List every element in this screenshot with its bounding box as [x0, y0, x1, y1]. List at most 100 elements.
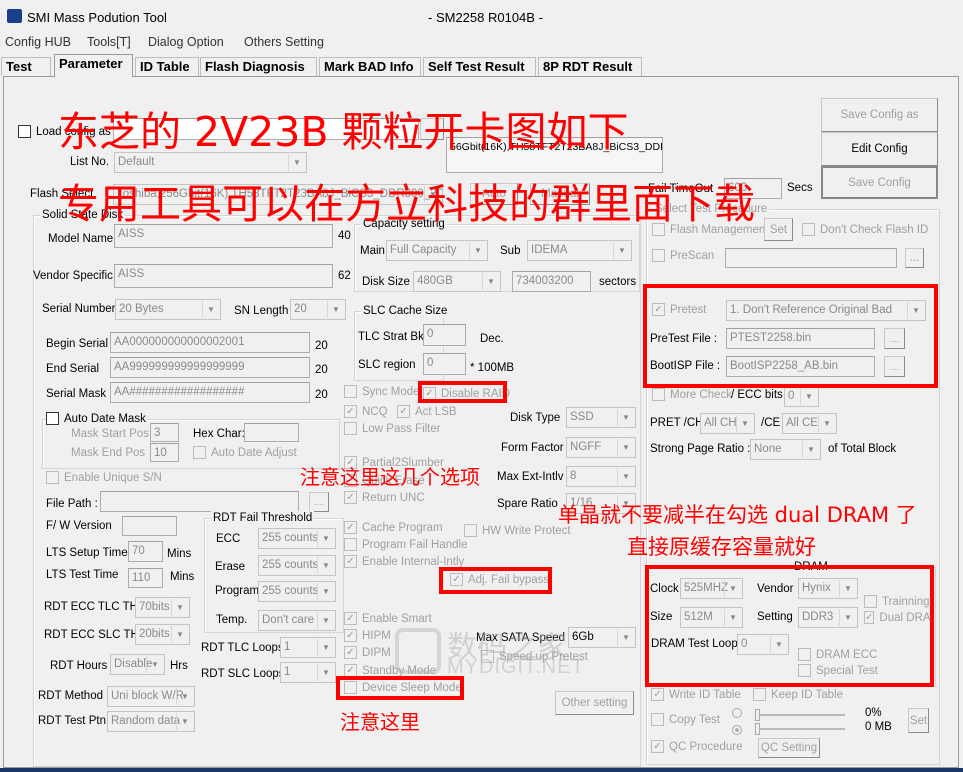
lts-setup-label: LTS Setup Time [46, 547, 128, 559]
lts-setup-input[interactable]: 70 [128, 541, 163, 562]
edit-config-button[interactable]: Edit Config [821, 132, 938, 166]
return-unc-checkbox[interactable]: ✓ Return UNC [344, 491, 425, 504]
form-factor-select[interactable]: NGFF ▼ [566, 437, 636, 458]
highlight-pretest [643, 284, 938, 388]
file-path-input[interactable] [100, 491, 299, 512]
rdt-slc-loops-select[interactable]: 1 ▼ [280, 662, 336, 683]
mask-start-input[interactable]: 3 [150, 423, 179, 442]
temp-select[interactable]: Don't care ▼ [258, 610, 336, 631]
menu-config-hub[interactable]: Config HUB [5, 35, 71, 49]
vendor-specific-input[interactable]: AISS [114, 264, 333, 288]
sn-length-select[interactable]: 20 ▼ [290, 299, 346, 320]
copy-test-radio-mb[interactable] [732, 725, 742, 735]
end-serial-input[interactable]: AA999999999999999999 [110, 357, 310, 378]
copy-test-checkbox[interactable]: Copy Test [651, 713, 720, 726]
program-select[interactable]: 255 counts ▼ [258, 581, 336, 602]
rdt-slc-loops-label: RDT SLC Loops [201, 668, 285, 680]
prescan-browse-button[interactable]: ... [905, 248, 924, 268]
more-check-checkbox[interactable]: More Check [652, 388, 732, 401]
hw-write-protect-checkbox[interactable]: HW Write Protect [464, 524, 571, 537]
keep-id-table-checkbox[interactable]: Keep ID Table [753, 688, 843, 701]
begin-serial-input[interactable]: AA000000000000002001 [110, 332, 310, 353]
cache-program-checkbox[interactable]: ✓ Cache Program [344, 521, 443, 534]
serial-number-select[interactable]: 20 Bytes ▼ [115, 299, 221, 320]
slc-region-input[interactable]: 0 [423, 353, 466, 375]
pret-ch-label: PRET /CH [650, 417, 704, 429]
disk-type-select[interactable]: SSD ▼ [566, 407, 636, 428]
prescan-input[interactable] [725, 248, 897, 268]
rdt-ecc-tlc-select[interactable]: 70bits ▼ [135, 597, 190, 618]
qc-procedure-checkbox[interactable]: ✓ QC Procedure [651, 740, 743, 753]
tab-mark-bad-info[interactable]: Mark BAD Info [319, 57, 421, 76]
sync-mode-checkbox[interactable]: Sync Mode [344, 385, 420, 398]
slider-thumb[interactable] [755, 709, 760, 721]
chevron-down-icon: ▼ [317, 664, 334, 681]
rdt-tlc-loops-select[interactable]: 1 ▼ [280, 637, 336, 658]
main-capacity-select[interactable]: Full Capacity ▼ [386, 240, 488, 261]
sectors-input[interactable]: 734003200 [512, 271, 591, 292]
flash-management-set-button[interactable]: Set [764, 218, 793, 241]
dipm-checkbox[interactable]: ✓ DIPM [344, 646, 391, 659]
pret-ch-select[interactable]: All CH ▼ [700, 413, 755, 434]
lts-test-input[interactable]: 110 [128, 568, 163, 588]
end-serial-length: 20 [315, 364, 328, 376]
copy-test-radio-percent[interactable] [732, 708, 742, 718]
copy-test-mb-slider[interactable] [755, 723, 845, 735]
window-title: SMI Mass Podution Tool [27, 10, 167, 25]
rdt-hours-select[interactable]: Disable ▼ [110, 654, 165, 675]
max-ext-intlv-select[interactable]: 8 ▼ [566, 466, 636, 487]
ecc-select[interactable]: 255 counts ▼ [258, 528, 336, 549]
disk-size-select[interactable]: 480GB ▼ [413, 271, 501, 292]
copy-test-percent-slider[interactable] [755, 709, 845, 721]
menu-others-setting[interactable]: Others Setting [244, 35, 324, 49]
dont-check-flash-id-checkbox[interactable]: Don't Check Flash ID [802, 223, 928, 236]
tlc-strat-input[interactable]: 0 [423, 324, 466, 346]
program-fail-handle-checkbox[interactable]: Program Fail Handle [344, 538, 467, 551]
hex-char-input[interactable] [244, 423, 299, 442]
ncq-checkbox[interactable]: ✓ NCQ [344, 405, 388, 418]
slider-thumb[interactable] [755, 723, 760, 735]
sub-capacity-select[interactable]: IDEMA ▼ [527, 240, 632, 261]
write-id-table-checkbox[interactable]: ✓ Write ID Table [651, 688, 741, 701]
prescan-checkbox[interactable]: PreScan [652, 249, 714, 262]
strong-page-ratio-select[interactable]: None ▼ [750, 439, 821, 460]
annotation-here: 注意这里 [340, 710, 420, 734]
low-pass-filter-checkbox[interactable]: Low Pass Filter [344, 422, 441, 435]
tab-self-test-result[interactable]: Self Test Result [423, 57, 536, 76]
rdt-method-select[interactable]: Uni block W/R ▼ [107, 686, 195, 707]
copy-test-set-button[interactable]: Set [908, 708, 929, 733]
enable-unique-sn-checkbox[interactable]: Enable Unique S/N [46, 471, 162, 484]
menu-tools[interactable]: Tools[T] [87, 35, 131, 49]
save-config-as-button[interactable]: Save Config as [821, 98, 938, 132]
of-total-block-label: of Total Block [828, 443, 897, 455]
save-config-button[interactable]: Save Config [821, 166, 938, 199]
mask-end-label: Mask End Pos [71, 447, 146, 459]
enable-smart-checkbox[interactable]: ✓ Enable Smart [344, 612, 432, 625]
fw-version-label: F/ W Version [46, 520, 112, 532]
group-title: RDT Fail Threshold [211, 511, 315, 525]
hipm-checkbox[interactable]: ✓ HIPM [344, 629, 391, 642]
menu-dialog-option[interactable]: Dialog Option [148, 35, 224, 49]
rdt-ecc-slc-select[interactable]: 20bits ▼ [135, 624, 190, 645]
ecc-bits-select[interactable]: 0 ▼ [784, 386, 819, 407]
rdt-test-ptn-select[interactable]: Random data ▼ [107, 711, 195, 732]
fw-version-input[interactable] [122, 516, 177, 536]
auto-date-mask-checkbox[interactable]: Auto Date Mask [46, 412, 148, 425]
file-path-browse-button[interactable]: .... [309, 492, 329, 512]
chevron-down-icon: ▼ [171, 599, 188, 616]
erase-select[interactable]: 255 counts ▼ [258, 555, 336, 576]
mask-end-input[interactable]: 10 [150, 443, 179, 462]
qc-setting-button[interactable]: QC Setting [758, 738, 820, 758]
tab-flash-diagnosis[interactable]: Flash Diagnosis [200, 57, 317, 76]
ce-select[interactable]: All CE ▼ [782, 413, 837, 434]
tab-parameter[interactable]: Parameter [54, 54, 133, 77]
auto-date-adjust-checkbox[interactable]: Auto Date Adjust [193, 446, 297, 459]
max-sata-speed-select[interactable]: 6Gb ▼ [568, 627, 636, 648]
tab-8p-rdt-result[interactable]: 8P RDT Result [538, 57, 642, 76]
chevron-down-icon: ▼ [171, 626, 188, 643]
other-setting-button[interactable]: Other setting [555, 691, 634, 715]
serial-mask-input[interactable]: AA################## [110, 382, 310, 403]
tab-id-table[interactable]: ID Table [135, 57, 199, 76]
tab-test[interactable]: Test [1, 57, 51, 76]
act-lsb-checkbox[interactable]: ✓ Act LSB [397, 405, 457, 418]
